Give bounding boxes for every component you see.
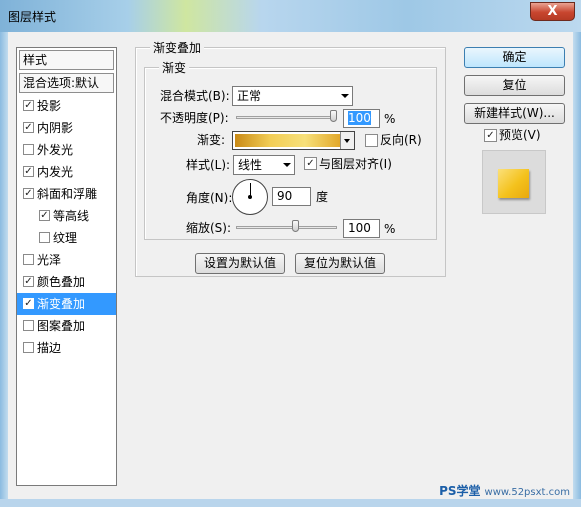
- style-item-checkbox[interactable]: ✓: [23, 100, 34, 111]
- style-item-checkbox[interactable]: ✓: [23, 188, 34, 199]
- scale-percent: %: [384, 222, 396, 236]
- style-item[interactable]: 描边: [17, 337, 116, 359]
- style-item-checkbox[interactable]: ✓: [23, 122, 34, 133]
- preview-label: 预览(V): [499, 128, 541, 142]
- scale-label: 缩放(S):: [186, 221, 232, 235]
- scale-input[interactable]: 100: [343, 219, 380, 238]
- style-item-label: 纹理: [53, 231, 78, 245]
- style-select[interactable]: 线性: [233, 155, 295, 175]
- angle-unit: 度: [316, 190, 329, 204]
- style-item[interactable]: 图案叠加: [17, 315, 116, 337]
- window-frame-bottom: [0, 499, 581, 507]
- chevron-down-icon: [283, 163, 291, 167]
- opacity-slider-track[interactable]: [236, 116, 337, 119]
- opacity-label: 不透明度(P):: [160, 111, 229, 125]
- opacity-value: 100: [348, 111, 371, 125]
- style-value: 线性: [238, 158, 263, 172]
- style-item-checkbox[interactable]: [23, 342, 34, 353]
- style-item-label: 颜色叠加: [37, 275, 86, 289]
- style-item-label: 内发光: [37, 165, 74, 179]
- style-item[interactable]: ✓ 内阴影: [17, 117, 116, 139]
- style-item-checkbox[interactable]: ✓: [23, 166, 34, 177]
- gradient-overlay-title: 渐变叠加: [150, 41, 205, 55]
- style-item-checkbox[interactable]: ✓: [23, 298, 34, 309]
- window-frame-left: [0, 32, 8, 507]
- style-item[interactable]: ✓ 内发光: [17, 161, 116, 183]
- style-item-label: 渐变叠加: [37, 297, 86, 311]
- scale-value: 100: [348, 221, 371, 235]
- style-item-checkbox[interactable]: ✓: [23, 276, 34, 287]
- ok-button[interactable]: 确定: [464, 47, 565, 68]
- watermark-logo: PS学堂: [439, 484, 481, 498]
- reverse-label: 反向(R): [380, 133, 422, 147]
- style-item-label: 描边: [37, 341, 62, 355]
- blend-mode-select[interactable]: 正常: [232, 86, 353, 106]
- chevron-down-icon: [344, 139, 350, 143]
- style-item-checkbox[interactable]: [23, 320, 34, 331]
- style-item[interactable]: ✓ 渐变叠加: [17, 293, 116, 315]
- new-style-button[interactable]: 新建样式(W)...: [464, 103, 565, 124]
- opacity-percent: %: [384, 112, 396, 126]
- align-with-layer-checkbox[interactable]: ✓: [304, 157, 317, 170]
- reset-button[interactable]: 复位: [464, 75, 565, 96]
- window-frame-right: [573, 32, 581, 507]
- style-item[interactable]: 外发光: [17, 139, 116, 161]
- reset-to-default-button[interactable]: 复位为默认值: [295, 253, 385, 274]
- watermark: PS学堂 www.52psxt.com: [432, 482, 570, 498]
- gradient-subgroup-title: 渐变: [159, 61, 190, 75]
- style-list-header[interactable]: 样式: [19, 50, 114, 70]
- gradient-dropdown[interactable]: [340, 132, 354, 149]
- gradient-label: 渐变:: [197, 133, 226, 147]
- gradient-preview[interactable]: [235, 134, 340, 147]
- preview-checkbox[interactable]: ✓: [484, 129, 497, 142]
- opacity-input[interactable]: 100: [343, 109, 380, 128]
- angle-dial[interactable]: [232, 179, 268, 215]
- opacity-slider-thumb[interactable]: [330, 110, 337, 122]
- window-title: 图层样式: [8, 10, 57, 24]
- style-item[interactable]: ✓ 投影: [17, 95, 116, 117]
- align-with-layer-label: 与图层对齐(I): [319, 157, 392, 171]
- reverse-checkbox[interactable]: [365, 134, 378, 147]
- scale-slider-thumb[interactable]: [292, 220, 300, 232]
- angle-value: 90: [277, 189, 293, 203]
- style-item-label: 外发光: [37, 143, 74, 157]
- style-item[interactable]: 纹理: [17, 227, 116, 249]
- style-item-checkbox[interactable]: [39, 232, 50, 243]
- watermark-url: www.52psxt.com: [484, 487, 570, 498]
- make-default-button[interactable]: 设置为默认值: [195, 253, 285, 274]
- style-item[interactable]: ✓ 颜色叠加: [17, 271, 116, 293]
- style-list: 样式 混合选项:默认 ✓ 投影 ✓ 内阴影 外发光 ✓ 内发光 ✓ 斜面和浮雕 ✓ 等高线 纹理 光泽 ✓…: [16, 47, 117, 486]
- angle-input[interactable]: 90: [272, 187, 311, 206]
- check-icon: ✓: [306, 158, 315, 169]
- style-item-checkbox[interactable]: ✓: [39, 210, 50, 221]
- blend-options-item[interactable]: 混合选项:默认: [19, 73, 114, 93]
- style-item[interactable]: 光泽: [17, 249, 116, 271]
- chevron-down-icon: [341, 94, 349, 98]
- blend-mode-value: 正常: [237, 89, 262, 103]
- style-item-label: 内阴影: [37, 121, 74, 135]
- blend-mode-label: 混合模式(B):: [160, 89, 230, 103]
- style-item[interactable]: ✓ 斜面和浮雕: [17, 183, 116, 205]
- angle-label: 角度(N):: [186, 191, 233, 205]
- style-item-label: 等高线: [53, 209, 90, 223]
- style-item-label: 图案叠加: [37, 319, 86, 333]
- style-item-checkbox[interactable]: [23, 254, 34, 265]
- style-item-checkbox[interactable]: [23, 144, 34, 155]
- scale-slider-track[interactable]: [236, 226, 337, 229]
- close-button[interactable]: X: [530, 2, 575, 21]
- preview-swatch: [498, 169, 529, 198]
- angle-center: [248, 195, 252, 199]
- style-item-label: 光泽: [37, 253, 62, 267]
- check-icon: ✓: [486, 130, 495, 141]
- style-label: 样式(L):: [186, 158, 231, 172]
- style-item-label: 斜面和浮雕: [37, 187, 98, 201]
- style-item[interactable]: ✓ 等高线: [17, 205, 116, 227]
- title-bar: 图层样式: [0, 0, 581, 32]
- style-item-label: 投影: [37, 99, 62, 113]
- gradient-picker[interactable]: [232, 131, 355, 150]
